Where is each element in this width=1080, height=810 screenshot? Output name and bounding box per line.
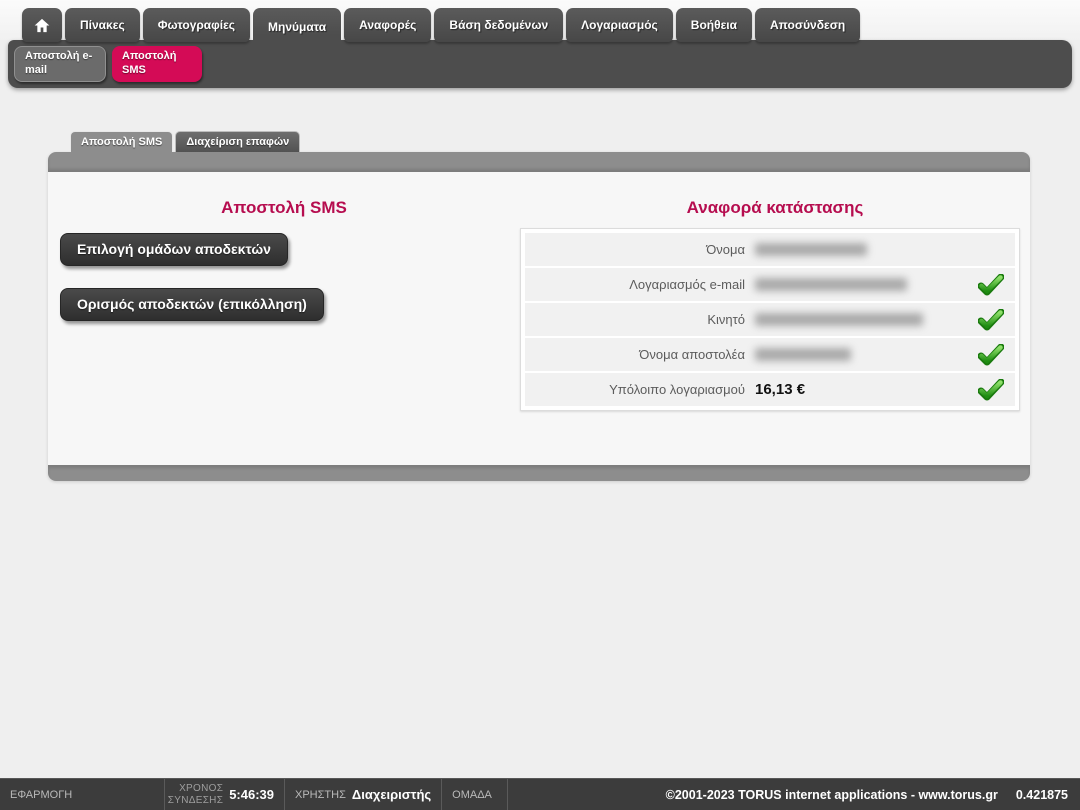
table-row-mobile: Κινητό	[525, 303, 1015, 336]
row-label: Κινητό	[525, 312, 755, 327]
check-icon	[978, 274, 1004, 296]
check-icon	[978, 379, 1004, 401]
table-row-sender-name: Όνομα αποστολέα	[525, 338, 1015, 371]
user-label: ΧΡΗΣΤΗΣ	[295, 789, 346, 801]
redacted-value	[755, 313, 923, 326]
panel-top-bar	[48, 152, 1030, 172]
table-row-balance: Υπόλοιπο λογαριασμού 16,13 €	[525, 373, 1015, 406]
group-label: ΟΜΑΔΑ	[452, 789, 492, 801]
content-panel: Αποστολή SMS Επιλογή ομάδων αποδεκτών Ορ…	[48, 152, 1030, 481]
copyright-text: ©2001-2023 TORUS internet applications -…	[666, 788, 998, 802]
application-label: ΕΦΑΡΜΟΓΗ	[10, 789, 72, 801]
sub-navigation-bar: Αποστολή e-mail Αποστολή SMS	[8, 40, 1072, 88]
version-number: 0.421875	[1016, 788, 1068, 802]
tab-aposyndesi[interactable]: Αποσύνδεση	[755, 8, 860, 42]
redacted-value	[755, 348, 851, 361]
home-icon	[34, 18, 50, 33]
content-tab-apostoli-sms[interactable]: Αποστολή SMS	[70, 131, 173, 152]
balance-value: 16,13 €	[755, 381, 967, 398]
tab-logariasmos[interactable]: Λογαριασμός	[566, 8, 673, 42]
send-sms-section: Αποστολή SMS Επιλογή ομάδων αποδεκτών Ορ…	[48, 172, 520, 411]
redacted-value	[755, 278, 907, 291]
row-label: Λογαριασμός e-mail	[525, 277, 755, 292]
row-label: Όνομα αποστολέα	[525, 347, 755, 362]
tab-anafores[interactable]: Αναφορές	[344, 8, 431, 42]
redacted-value	[755, 243, 867, 256]
tab-vasi-dedomenon[interactable]: Βάση δεδομένων	[434, 8, 563, 42]
select-recipient-groups-button[interactable]: Επιλογή ομάδων αποδεκτών	[60, 233, 288, 266]
status-table: Όνομα Λογαριασμός e-mail	[520, 228, 1020, 411]
table-row-name: Όνομα	[525, 233, 1015, 266]
tab-fotografies[interactable]: Φωτογραφίες	[143, 8, 250, 42]
subnav-apostoli-sms-button[interactable]: Αποστολή SMS	[112, 46, 202, 82]
check-icon	[978, 344, 1004, 366]
main-navigation: Πίνακες Φωτογραφίες Μηνύματα Αναφορές Βά…	[22, 8, 860, 42]
check-icon	[978, 309, 1004, 331]
status-report-heading: Αναφορά κατάστασης	[520, 198, 1030, 218]
panel-bottom-bar	[48, 465, 1030, 481]
define-recipients-paste-button[interactable]: Ορισμός αποδεκτών (επικόλληση)	[60, 288, 324, 321]
tab-minimata[interactable]: Μηνύματα	[253, 8, 341, 46]
tab-home[interactable]	[22, 8, 62, 42]
row-label: Όνομα	[525, 242, 755, 257]
send-sms-heading: Αποστολή SMS	[48, 198, 520, 218]
tab-voitheia[interactable]: Βοήθεια	[676, 8, 752, 42]
subnav-apostoli-email-button[interactable]: Αποστολή e-mail	[14, 46, 106, 82]
content-tabs: Αποστολή SMS Διαχείριση επαφών	[70, 131, 300, 152]
status-bar: ΕΦΑΡΜΟΓΗ ΧΡΟΝΟΣ ΣΥΝΔΕΣΗΣ 5:46:39 ΧΡΗΣΤΗΣ…	[0, 778, 1080, 810]
user-value: Διαχειριστής	[352, 787, 431, 802]
content-tab-diaxeirisi-epafon[interactable]: Διαχείριση επαφών	[175, 131, 300, 152]
status-report-section: Αναφορά κατάστασης Όνομα Λογαριασμός e-m…	[520, 172, 1030, 411]
table-row-email: Λογαριασμός e-mail	[525, 268, 1015, 301]
session-time-value: 5:46:39	[229, 787, 274, 802]
row-label: Υπόλοιπο λογαριασμού	[525, 382, 755, 397]
session-time-label: ΧΡΟΝΟΣ ΣΥΝΔΕΣΗΣ	[168, 783, 223, 806]
tab-pinakes[interactable]: Πίνακες	[65, 8, 140, 42]
